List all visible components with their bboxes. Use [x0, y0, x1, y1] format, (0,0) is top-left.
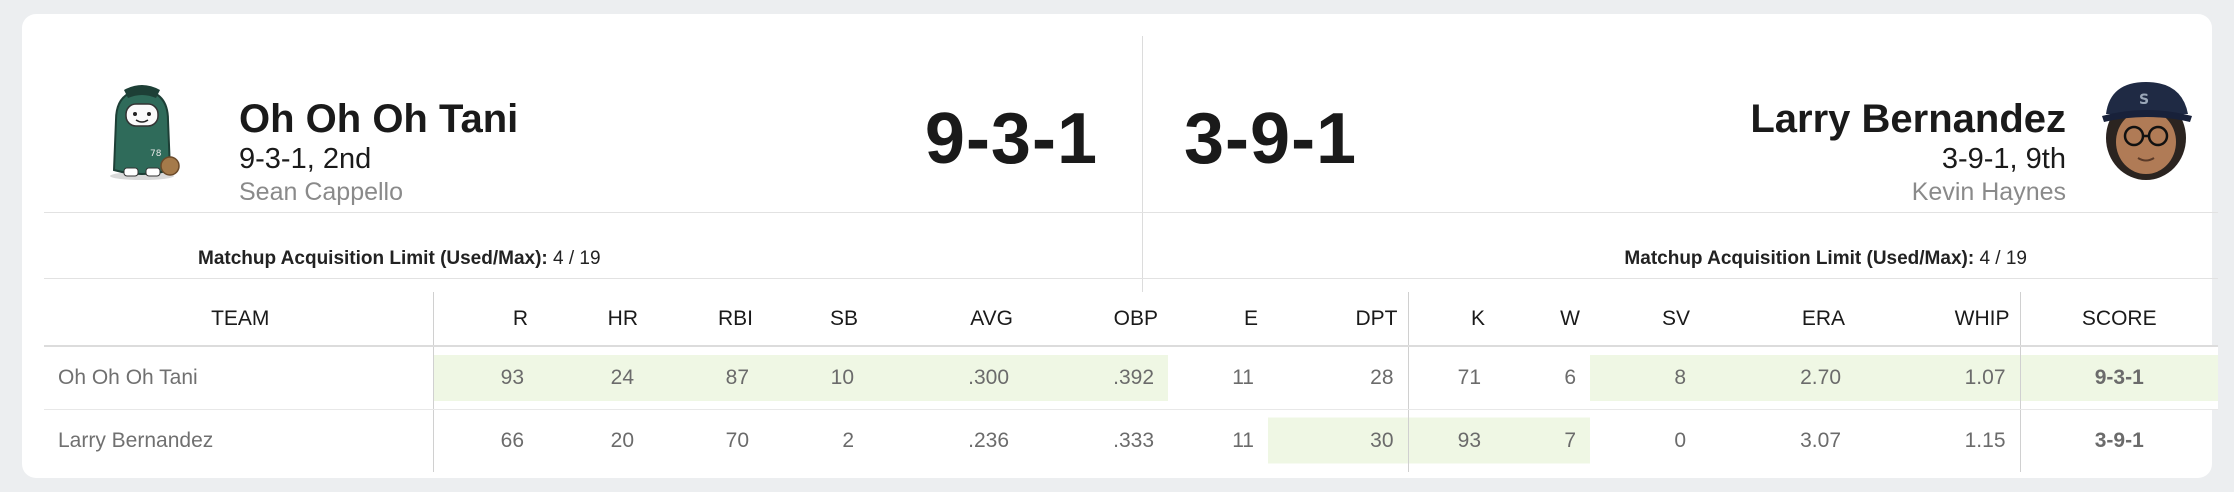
cell-sv: 8 — [1590, 346, 1700, 410]
cell-hr: 24 — [538, 346, 648, 410]
cell-w: 7 — [1495, 409, 1590, 472]
col-header-k[interactable]: K — [1407, 292, 1495, 347]
home-team-record: 9-3-1, 2nd — [239, 143, 372, 175]
cell-rbi: 87 — [648, 346, 763, 410]
col-header-team: TEAM — [44, 292, 433, 347]
cell-sb: 2 — [842, 428, 854, 452]
cell-avg: .236 — [968, 428, 1009, 452]
home-acquisition-label: Matchup Acquisition Limit (Used/Max): — [198, 248, 548, 269]
cell-k: 93 — [1407, 409, 1495, 472]
stats-table: TEAM R HR RBI SB AVG OBP E DPT K W SV ER… — [44, 292, 2218, 472]
home-acquisition-value: 4 / 19 — [553, 248, 601, 269]
cell-e: 11 — [1232, 428, 1254, 452]
cell-whip: 1.07 — [1855, 346, 2020, 410]
cell-r: 66 — [432, 409, 538, 472]
col-header-rbi[interactable]: RBI — [648, 292, 763, 347]
row-team-name[interactable]: Larry Bernandez — [44, 409, 433, 472]
col-header-score: SCORE — [2019, 292, 2218, 347]
cell-e: 11 — [1168, 346, 1268, 410]
cell-score: 9-3-1 — [2019, 346, 2218, 410]
mariners-cap-person-avatar-icon[interactable]: S — [2096, 78, 2196, 182]
table-row: Oh Oh Oh Tani 93 24 87 10 .300 .392 11 2… — [44, 346, 2218, 410]
home-acquisition-limit: Matchup Acquisition Limit (Used/Max): 4 … — [198, 234, 601, 284]
col-header-dpt[interactable]: DPT — [1268, 292, 1408, 347]
away-team-info: Larry Bernandez 3-9-1, 9th Kevin Haynes — [1566, 96, 2066, 208]
away-acquisition-label: Matchup Acquisition Limit (Used/Max): — [1624, 248, 1975, 269]
cell-dpt: 30 — [1268, 409, 1408, 472]
away-team-record: 3-9-1, 9th — [1941, 143, 2066, 175]
home-team-info: Oh Oh Oh Tani 9-3-1, 2nd Sean Cappello — [239, 96, 739, 208]
matchup-card: 78 Oh Oh Oh Tani 9-3-1, 2nd Sean Cappell… — [22, 14, 2218, 478]
matchup-header: 78 Oh Oh Oh Tani 9-3-1, 2nd Sean Cappell… — [44, 36, 2218, 292]
cell-obp: .392 — [1023, 346, 1168, 410]
home-team-name[interactable]: Oh Oh Oh Tani — [239, 96, 739, 142]
table-row: Larry Bernandez 66 20 70 2 .236 .333 11 … — [44, 409, 2218, 472]
col-header-w[interactable]: W — [1495, 292, 1590, 347]
cell-dpt: 28 — [1268, 346, 1408, 410]
col-header-whip[interactable]: WHIP — [1855, 292, 2020, 347]
cartoon-baseball-player-avatar-icon[interactable]: 78 — [94, 82, 190, 182]
cell-rbi: 70 — [725, 428, 749, 452]
table-header-row: TEAM R HR RBI SB AVG OBP E DPT K W SV ER… — [44, 292, 2218, 347]
col-header-e[interactable]: E — [1168, 292, 1268, 347]
cell-avg: .300 — [868, 346, 1023, 410]
away-score: 3-9-1 — [1184, 99, 1358, 179]
col-header-era[interactable]: ERA — [1700, 292, 1855, 347]
col-header-hr[interactable]: HR — [538, 292, 648, 347]
home-team-manager: Sean Cappello — [239, 178, 404, 206]
away-acquisition-limit: Matchup Acquisition Limit (Used/Max): 4 … — [1624, 234, 2027, 284]
cell-w: 6 — [1495, 346, 1590, 410]
limit-divider — [44, 278, 2218, 279]
col-header-r[interactable]: R — [432, 292, 538, 347]
home-score: 9-3-1 — [924, 99, 1098, 179]
away-team-block[interactable]: Larry Bernandez 3-9-1, 9th Kevin Haynes … — [1636, 76, 2196, 206]
away-team-manager: Kevin Haynes — [1911, 178, 2066, 206]
away-acquisition-value: 4 / 19 — [1979, 248, 2027, 269]
cell-hr: 20 — [610, 428, 634, 452]
col-header-avg[interactable]: AVG — [868, 292, 1023, 347]
col-header-sv[interactable]: SV — [1590, 292, 1700, 347]
away-team-name[interactable]: Larry Bernandez — [1566, 96, 2066, 142]
col-header-obp[interactable]: OBP — [1023, 292, 1168, 347]
col-header-sb[interactable]: SB — [763, 292, 868, 347]
cell-r: 93 — [432, 346, 538, 410]
svg-text:S: S — [2139, 92, 2149, 108]
cell-era: 3.07 — [1800, 428, 1841, 452]
header-divider — [44, 212, 2218, 213]
cell-obp: .333 — [1113, 428, 1154, 452]
cell-whip: 1.15 — [1964, 428, 2006, 452]
row-team-name[interactable]: Oh Oh Oh Tani — [44, 346, 433, 410]
cell-sv: 0 — [1674, 428, 1686, 452]
cell-sb: 10 — [763, 346, 868, 410]
cell-k: 71 — [1407, 346, 1495, 410]
center-divider — [1142, 36, 1143, 292]
svg-text:78: 78 — [150, 149, 162, 159]
cell-era: 2.70 — [1700, 346, 1855, 410]
cell-score: 3-9-1 — [2019, 409, 2218, 472]
